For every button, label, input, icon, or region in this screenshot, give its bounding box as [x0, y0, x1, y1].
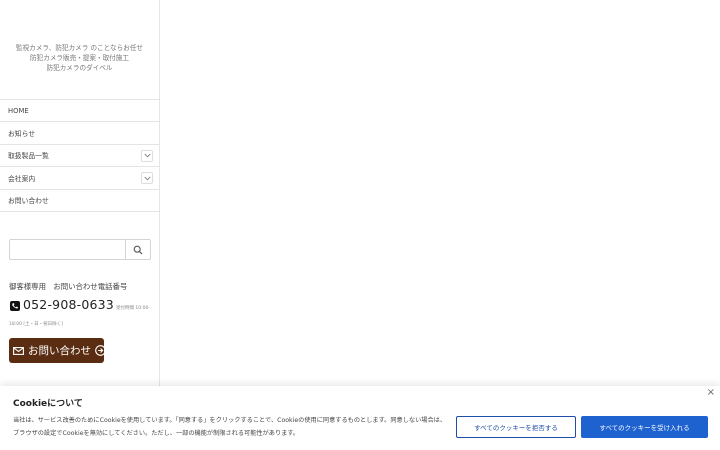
contact-heading: 御客様専用 お問い合わせ電話番号: [9, 282, 128, 291]
sidebar: 監視カメラ、防犯カメラ のことならお任せ 防犯カメラ販売・提案・取付施工 防犯カ…: [0, 0, 160, 450]
nav-item-news[interactable]: お知らせ: [0, 122, 159, 145]
accept-all-cookies-button[interactable]: すべてのクッキーを受け入れる: [581, 416, 708, 438]
search-input[interactable]: [10, 240, 125, 259]
nav-item-label: お知らせ: [8, 130, 36, 139]
search-box: [9, 239, 151, 260]
cookie-title: Cookieについて: [13, 399, 83, 409]
reject-all-cookies-button[interactable]: すべてのクッキーを拒否する: [456, 416, 576, 438]
arrow-right-circle-icon: [95, 345, 106, 356]
nav-item-label: お問い合わせ: [8, 197, 49, 206]
business-hours: 受付時間 10:00-: [115, 306, 150, 311]
site-tagline[interactable]: 監視カメラ、防犯カメラ のことならお任せ 防犯カメラ販売・提案・取付施工 防犯カ…: [0, 43, 159, 73]
contact-button-label: お問い合わせ: [28, 345, 91, 357]
cookie-description: 当社は、サービス改善のためにCookieを使用しています。「同意する」をクリック…: [13, 417, 447, 437]
search-icon: [133, 245, 143, 254]
phone-number[interactable]: 052-908-0633: [23, 297, 114, 312]
mail-icon: [13, 346, 24, 355]
tagline-line-2[interactable]: 防犯カメラ販売・提案・取付施工: [0, 53, 159, 63]
nav-item-products[interactable]: 取扱製品一覧: [0, 145, 159, 168]
nav-item-company[interactable]: 会社案内: [0, 167, 159, 190]
nav-item-label: HOME: [8, 106, 29, 115]
nav-item-label: 会社案内: [8, 174, 36, 183]
close-icon[interactable]: ×: [707, 387, 715, 398]
phone-icon: [10, 301, 20, 311]
business-hours-continued: 18:00 [土・日・祝日除く]: [9, 322, 63, 327]
tagline-line-1[interactable]: 監視カメラ、防犯カメラ のことならお任せ: [0, 43, 159, 53]
phone-row: 052-908-0633 受付時間 10:00-: [10, 297, 150, 312]
search-button[interactable]: [125, 240, 150, 259]
cookie-banner: × Cookieについて 当社は、サービス改善のためにCookieを使用していま…: [0, 386, 720, 450]
main-nav: HOME お知らせ 取扱製品一覧 会社案内 お問い合わせ: [0, 99, 159, 212]
nav-item-contact[interactable]: お問い合わせ: [0, 190, 159, 212]
nav-item-label: 取扱製品一覧: [8, 152, 49, 161]
chevron-down-icon[interactable]: [141, 149, 153, 162]
nav-item-home[interactable]: HOME: [0, 100, 159, 123]
tagline-line-3[interactable]: 防犯カメラのダイベル: [0, 63, 159, 73]
chevron-down-icon[interactable]: [141, 172, 153, 185]
contact-button[interactable]: お問い合わせ: [9, 338, 106, 363]
